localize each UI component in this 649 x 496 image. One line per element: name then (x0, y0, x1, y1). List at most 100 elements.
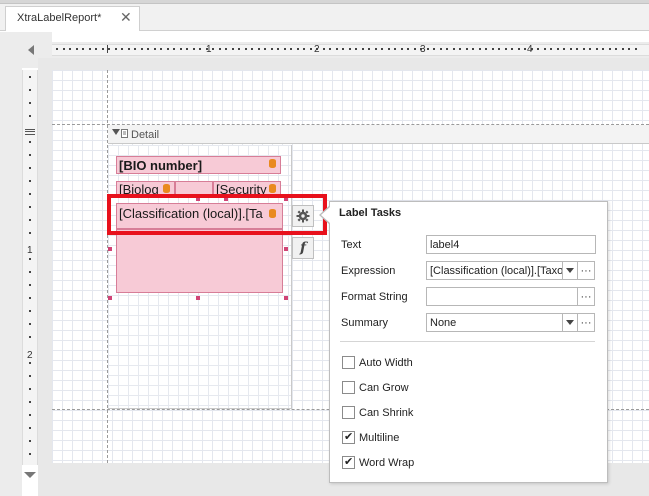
ruler-tick (433, 48, 435, 50)
ruler-tick (115, 48, 117, 50)
ellipsis-icon: ··· (580, 290, 592, 303)
text-field-value: label4 (430, 239, 460, 251)
chevron-down-icon (566, 320, 574, 325)
selection-grip[interactable] (284, 296, 288, 300)
format-string-field[interactable] (426, 287, 578, 306)
ruler-tick (362, 48, 364, 50)
vertical-ruler-side (0, 68, 22, 496)
expression-ellipsis-button[interactable]: ··· (577, 261, 595, 280)
ruler-tick (401, 48, 403, 50)
ruler-tick (82, 48, 84, 50)
label-tasks-title: Label Tasks (339, 207, 402, 219)
ruler-tick (453, 48, 455, 50)
chevron-down-icon (566, 268, 574, 273)
detail-band-header[interactable] (108, 125, 649, 144)
ruler-tick (479, 48, 481, 50)
ruler-tick (225, 48, 227, 50)
expression-dropdown-button[interactable] (562, 261, 578, 280)
ruler-tick (238, 48, 240, 50)
can-grow-checkbox[interactable] (342, 381, 355, 394)
ruler-tick (167, 48, 169, 50)
ruler-tick (622, 48, 624, 50)
can-shrink-checkbox[interactable] (342, 406, 355, 419)
ruler-tick (602, 48, 604, 50)
ruler-tick (388, 48, 390, 50)
ruler-tick (394, 48, 396, 50)
ruler-tick (427, 48, 429, 50)
gear-icon (296, 209, 310, 223)
ruler-mark-3: 3 (420, 44, 426, 55)
summary-dropdown-button[interactable] (562, 313, 578, 332)
expression-field[interactable]: [Classification (local)].[Taxo (426, 261, 563, 280)
bio-number-text: [BIO number] (119, 158, 203, 173)
label4-body[interactable] (116, 229, 283, 293)
ruler-tick (193, 48, 195, 50)
bio-number-label[interactable]: [BIO number] (116, 156, 281, 174)
band-page-icon (121, 129, 128, 138)
ruler-margin-tick (107, 45, 108, 53)
ruler-tick (29, 193, 31, 195)
tasks-pointer-inner (321, 207, 330, 223)
ruler-tick (29, 76, 31, 78)
ruler-tick (264, 48, 266, 50)
can-grow-label: Can Grow (359, 382, 409, 394)
ruler-tick (258, 48, 260, 50)
ruler-tick (29, 180, 31, 182)
ruler-tick (407, 48, 409, 50)
ruler-tick (173, 48, 175, 50)
format-string-ellipsis-button[interactable]: ··· (577, 287, 595, 306)
auto-width-checkbox[interactable] (342, 356, 355, 369)
ruler-tick (29, 336, 31, 338)
ruler-tick (583, 48, 585, 50)
ruler-tick (29, 375, 31, 377)
check-icon: ✔ (344, 456, 354, 468)
ruler-tick (251, 48, 253, 50)
ruler-tick (310, 48, 312, 50)
ruler-tick (29, 297, 31, 299)
ruler-left-arrow-icon[interactable] (28, 45, 34, 55)
ruler-tick (342, 48, 344, 50)
ruler-tick (63, 48, 65, 50)
ruler-down-arrow-icon[interactable] (24, 472, 36, 478)
selection-grip[interactable] (196, 296, 200, 300)
ruler-tick (199, 48, 201, 50)
ruler-tick (29, 167, 31, 169)
selection-grip[interactable] (108, 296, 112, 300)
ruler-tick (323, 48, 325, 50)
ruler-tick (69, 48, 71, 50)
ruler-tick (596, 48, 598, 50)
ruler-tick (303, 48, 305, 50)
selection-grip[interactable] (284, 247, 288, 251)
ruler-tick (29, 102, 31, 104)
function-icon[interactable]: f (292, 237, 314, 259)
ruler-tick (485, 48, 487, 50)
ruler-tick (368, 48, 370, 50)
summary-ellipsis-button[interactable]: ··· (577, 313, 595, 332)
ruler-tick (609, 48, 611, 50)
selection-grip[interactable] (108, 247, 112, 251)
smart-tag-button[interactable] (292, 205, 314, 227)
ruler-tick (615, 48, 617, 50)
vertical-ruler-mark-1: 1 (27, 245, 33, 256)
ruler-tick (121, 48, 123, 50)
ruler-tick (76, 48, 78, 50)
band-resize-handle-icon[interactable] (25, 129, 35, 135)
close-tab-icon[interactable]: ✕ (120, 9, 132, 26)
word-wrap-label: Word Wrap (359, 457, 415, 469)
multiline-checkbox[interactable]: ✔ (342, 431, 355, 444)
ellipsis-icon: ··· (580, 316, 592, 329)
ruler-tick (147, 48, 149, 50)
word-wrap-checkbox[interactable]: ✔ (342, 456, 355, 469)
ruler-tick (29, 440, 31, 442)
ruler-tick (511, 48, 513, 50)
ruler-tick (232, 48, 234, 50)
ruler-tick (355, 48, 357, 50)
summary-field[interactable]: None (426, 313, 563, 332)
ruler-tick (186, 48, 188, 50)
ruler-tick (414, 48, 416, 50)
ruler-tick (134, 48, 136, 50)
text-field[interactable]: label4 (426, 235, 596, 254)
ruler-tick (128, 48, 130, 50)
ruler-tick (505, 48, 507, 50)
collapse-band-icon[interactable] (112, 129, 120, 135)
